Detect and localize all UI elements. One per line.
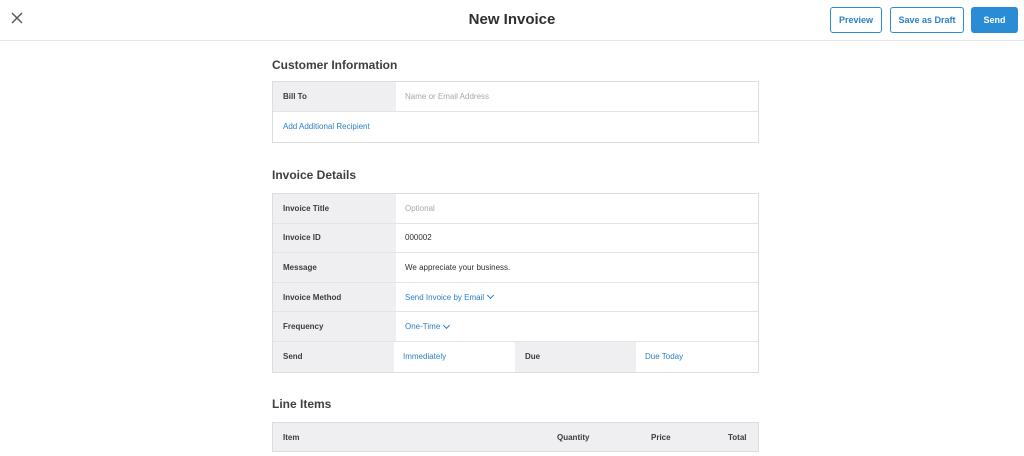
top-bar: New Invoice Preview Save as Draft Send <box>0 0 1024 41</box>
invoice-method-label: Invoice Method <box>273 282 396 312</box>
frequency-label: Frequency <box>273 312 396 341</box>
send-timing-select[interactable]: Immediately <box>394 342 515 372</box>
invoice-title-row: Invoice Title Optional <box>273 194 758 224</box>
preview-button[interactable]: Preview <box>830 7 882 33</box>
invoice-title-label: Invoice Title <box>273 194 396 223</box>
invoice-id-input[interactable]: 000002 <box>396 224 758 253</box>
invoice-details-table: Invoice Title Optional Invoice ID 000002… <box>272 193 759 373</box>
frequency-row: Frequency One-Time <box>273 312 758 342</box>
customer-info-heading: Customer Information <box>272 58 398 72</box>
add-recipient-link[interactable]: Add Additional Recipient <box>273 112 758 142</box>
message-input[interactable]: We appreciate your business. <box>396 253 758 282</box>
column-header-quantity: Quantity <box>557 433 590 442</box>
invoice-id-label: Invoice ID <box>273 223 396 253</box>
invoice-details-heading: Invoice Details <box>272 168 357 182</box>
invoice-method-row: Invoice Method Send Invoice by Email <box>273 282 758 313</box>
frequency-select[interactable]: One-Time <box>396 312 758 341</box>
chevron-down-icon <box>487 292 495 300</box>
invoice-method-value: Send Invoice by Email <box>405 292 485 302</box>
column-header-item: Item <box>283 433 300 442</box>
line-items-header: Item Quantity Price Total <box>272 422 759 452</box>
invoice-id-row: Invoice ID 000002 <box>273 223 758 254</box>
bill-to-label: Bill To <box>273 82 396 111</box>
send-label: Send <box>273 341 394 372</box>
column-header-total: Total <box>728 433 747 442</box>
due-date-select[interactable]: Due Today <box>636 342 758 372</box>
column-header-price: Price <box>651 433 671 442</box>
send-button[interactable]: Send <box>971 7 1018 33</box>
invoice-method-select[interactable]: Send Invoice by Email <box>396 283 758 312</box>
bill-to-input[interactable]: Name or Email Address <box>396 82 758 111</box>
customer-info-table: Bill To Name or Email Address Add Additi… <box>272 81 759 143</box>
invoice-title-input[interactable]: Optional <box>396 194 758 223</box>
message-label: Message <box>273 253 396 282</box>
frequency-value: One-Time <box>405 322 441 332</box>
chevron-down-icon <box>443 321 451 329</box>
due-label: Due <box>515 341 636 372</box>
line-items-heading: Line Items <box>272 397 332 411</box>
message-row: Message We appreciate your business. <box>273 253 758 283</box>
send-due-row: Send Immediately Due Due Today <box>273 341 758 372</box>
save-draft-button[interactable]: Save as Draft <box>890 7 964 33</box>
bill-to-row: Bill To Name or Email Address <box>273 82 758 112</box>
